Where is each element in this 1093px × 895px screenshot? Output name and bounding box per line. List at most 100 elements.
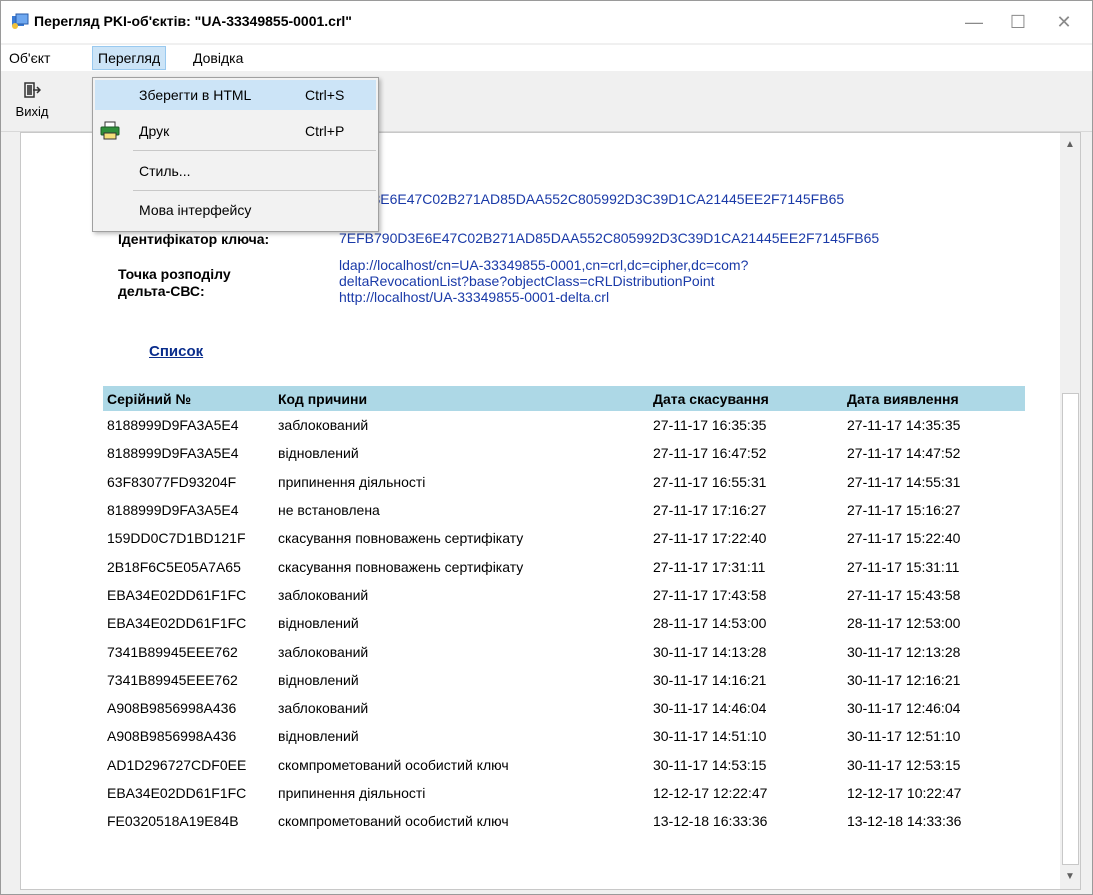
detection-date-cell: 27-11-17 15:43:58 — [847, 586, 961, 603]
detection-date-cell: 27-11-17 15:31:11 — [847, 558, 960, 575]
table-row: 159DD0C7D1BD121F скасування повноважень с… — [103, 524, 1025, 552]
detection-date-cell: 30-11-17 12:46:04 — [847, 700, 961, 717]
serial-cell: A908B9856998A436 — [107, 728, 237, 745]
menu-print-shortcut: Ctrl+P — [305, 123, 345, 139]
revocation-date-cell: 27-11-17 17:31:11 — [653, 558, 766, 575]
detection-date-cell: 30-11-17 12:51:10 — [847, 728, 961, 745]
menu-language-label: Мова інтерфейсу — [139, 202, 252, 218]
menu-view[interactable]: Перегляд — [92, 46, 167, 70]
revocation-date-cell: 27-11-17 16:35:35 — [653, 417, 767, 434]
serial-cell: A908B9856998A436 — [107, 700, 237, 717]
table-row: EBA34E02DD61F1FC заблокований 27-11-17 17:… — [103, 581, 1025, 609]
reason-cell: скасування повноважень сертифікату — [278, 530, 524, 547]
reason-cell: заблокований — [278, 643, 369, 660]
report-view: 790D3E6E47C02B271AD85DAA552C805992D3C39D… — [20, 132, 1061, 890]
reason-cell: заблокований — [278, 417, 369, 434]
table-row: 8188999D9FA3A5E4 відновлений 27-11-17 16:4… — [103, 439, 1025, 467]
delta-value-line2: deltaRevocationList?base?objectClass=cRL… — [339, 273, 715, 289]
serial-cell: 63F83077FD93204F — [107, 473, 237, 490]
delta-label-line2: дельта-СВС: — [118, 283, 205, 299]
close-button[interactable]: ✕ — [1047, 7, 1081, 37]
table-row: 8188999D9FA3A5E4 не встановлена 27-11-17 1… — [103, 496, 1025, 524]
table-row: AD1D296727CDF0EE скомпрометований особист… — [103, 751, 1025, 779]
table-row: 8188999D9FA3A5E4 заблокований 27-11-17 16:… — [103, 411, 1025, 439]
revocation-date-cell: 27-11-17 17:22:40 — [653, 530, 767, 547]
serial-cell: 7341B89945EEE762 — [107, 671, 238, 688]
revocation-date-cell: 27-11-17 17:43:58 — [653, 586, 767, 603]
serial-cell: EBA34E02DD61F1FC — [107, 586, 247, 603]
key-id-label: Ідентифікатор ключа: — [118, 231, 270, 247]
list-link[interactable]: Список — [149, 343, 203, 360]
window-title: Перегляд PKI-об'єктів: "UA-33349855-0001… — [34, 13, 352, 29]
minimize-button[interactable]: — — [957, 7, 991, 37]
menu-save-html-shortcut: Ctrl+S — [305, 87, 345, 103]
delta-label-line1: Точка розподілу — [118, 266, 231, 282]
table-row: EBA34E02DD61F1FC відновлений 28-11-17 14:5… — [103, 609, 1025, 637]
scrollbar-thumb[interactable] — [1062, 393, 1079, 865]
reason-cell: скасування повноважень сертифікату — [278, 558, 524, 575]
reason-cell: припинення діяльності — [278, 785, 426, 801]
menu-language[interactable]: Мова інтерфейсу — [95, 195, 376, 225]
serial-cell: AD1D296727CDF0EE — [107, 756, 247, 773]
revocation-date-cell: 30-11-17 14:53:15 — [653, 756, 767, 773]
serial-cell: EBA34E02DD61F1FC — [107, 785, 247, 801]
reason-cell: відновлений — [278, 728, 359, 745]
reason-cell: скомпрометований особистий ключ — [278, 813, 509, 830]
serial-cell: 7341B89945EEE762 — [107, 643, 238, 660]
menu-save-html-label: Зберегти в HTML — [139, 87, 252, 103]
revocation-date-cell: 27-11-17 16:55:31 — [653, 473, 767, 490]
table-row: A908B9856998A436 заблокований 30-11-17 14:… — [103, 694, 1025, 722]
reason-cell: заблокований — [278, 586, 369, 603]
table-row: 7341B89945EEE762 заблокований 30-11-17 14:… — [103, 637, 1025, 665]
detection-date-cell: 30-11-17 12:16:21 — [847, 671, 961, 688]
serial-cell: 8188999D9FA3A5E4 — [107, 502, 239, 519]
app-icon — [12, 13, 29, 29]
menu-object[interactable]: Об'єкт — [4, 47, 55, 69]
table-row: 2B18F6C5E05A7A65 скасування повноважень с… — [103, 552, 1025, 580]
table-row: EBA34E02DD61F1FC припинення діяльності 12-… — [103, 779, 1025, 807]
detection-date-cell: 28-11-17 12:53:00 — [847, 615, 961, 632]
menu-help[interactable]: Довідка — [188, 47, 248, 69]
reason-cell: припинення діяльності — [278, 473, 426, 490]
delta-value-line1: ldap://localhost/cn=UA-33349855-0001,cn=… — [339, 257, 749, 273]
menu-print[interactable]: Друк Ctrl+P — [95, 116, 376, 146]
serial-cell: FE0320518A19E84B — [107, 813, 239, 830]
serial-cell: 8188999D9FA3A5E4 — [107, 417, 239, 434]
revocation-date-cell: 28-11-17 14:53:00 — [653, 615, 767, 632]
revocation-date-cell: 12-12-17 12:22:47 — [653, 785, 768, 801]
exit-button[interactable]: Вихід — [7, 81, 57, 127]
reason-cell: відновлений — [278, 615, 359, 632]
table-row: 63F83077FD93204F припинення діяльності 27-… — [103, 468, 1025, 496]
menu-style[interactable]: Стиль... — [95, 156, 376, 186]
vertical-scrollbar[interactable]: ▲ ▼ — [1060, 132, 1081, 890]
reason-cell: відновлений — [278, 671, 359, 688]
printer-icon — [100, 121, 120, 140]
revocation-date-cell: 27-11-17 16:47:52 — [653, 445, 767, 462]
serial-cell: 159DD0C7D1BD121F — [107, 530, 246, 547]
reason-cell: відновлений — [278, 445, 359, 462]
revocation-table: Серійний № Код причини Дата скасування Д… — [103, 386, 1025, 835]
menu-print-label: Друк — [139, 123, 170, 139]
revocation-date-cell: 30-11-17 14:51:10 — [653, 728, 767, 745]
serial-cell: 8188999D9FA3A5E4 — [107, 445, 239, 462]
detection-date-cell: 30-11-17 12:13:28 — [847, 643, 961, 660]
scroll-up-arrow-icon[interactable]: ▲ — [1060, 135, 1080, 155]
exit-label: Вихід — [15, 104, 49, 119]
revocation-date-cell: 30-11-17 14:16:21 — [653, 671, 767, 688]
revocation-date-cell: 27-11-17 17:16:27 — [653, 502, 767, 519]
detection-date-cell: 27-11-17 15:22:40 — [847, 530, 961, 547]
detection-date-cell: 12-12-17 10:22:47 — [847, 785, 962, 801]
scroll-down-arrow-icon[interactable]: ▼ — [1060, 867, 1080, 887]
partial-id-value: 790D3E6E47C02B271AD85DAA552C805992D3C39D… — [339, 191, 845, 207]
menu-separator — [133, 190, 376, 191]
serial-cell: 2B18F6C5E05A7A65 — [107, 558, 241, 575]
title-bar: Перегляд PKI-об'єктів: "UA-33349855-0001… — [1, 1, 1092, 43]
header-reason: Код причини — [274, 386, 649, 411]
detection-date-cell: 27-11-17 14:35:35 — [847, 417, 961, 434]
menu-save-html[interactable]: Зберегти в HTML Ctrl+S — [95, 80, 376, 110]
reason-cell: заблокований — [278, 700, 369, 717]
maximize-button[interactable]: ☐ — [1001, 7, 1035, 37]
detection-date-cell: 27-11-17 14:55:31 — [847, 473, 961, 490]
revocation-date-cell: 30-11-17 14:13:28 — [653, 643, 767, 660]
serial-cell: EBA34E02DD61F1FC — [107, 615, 247, 632]
